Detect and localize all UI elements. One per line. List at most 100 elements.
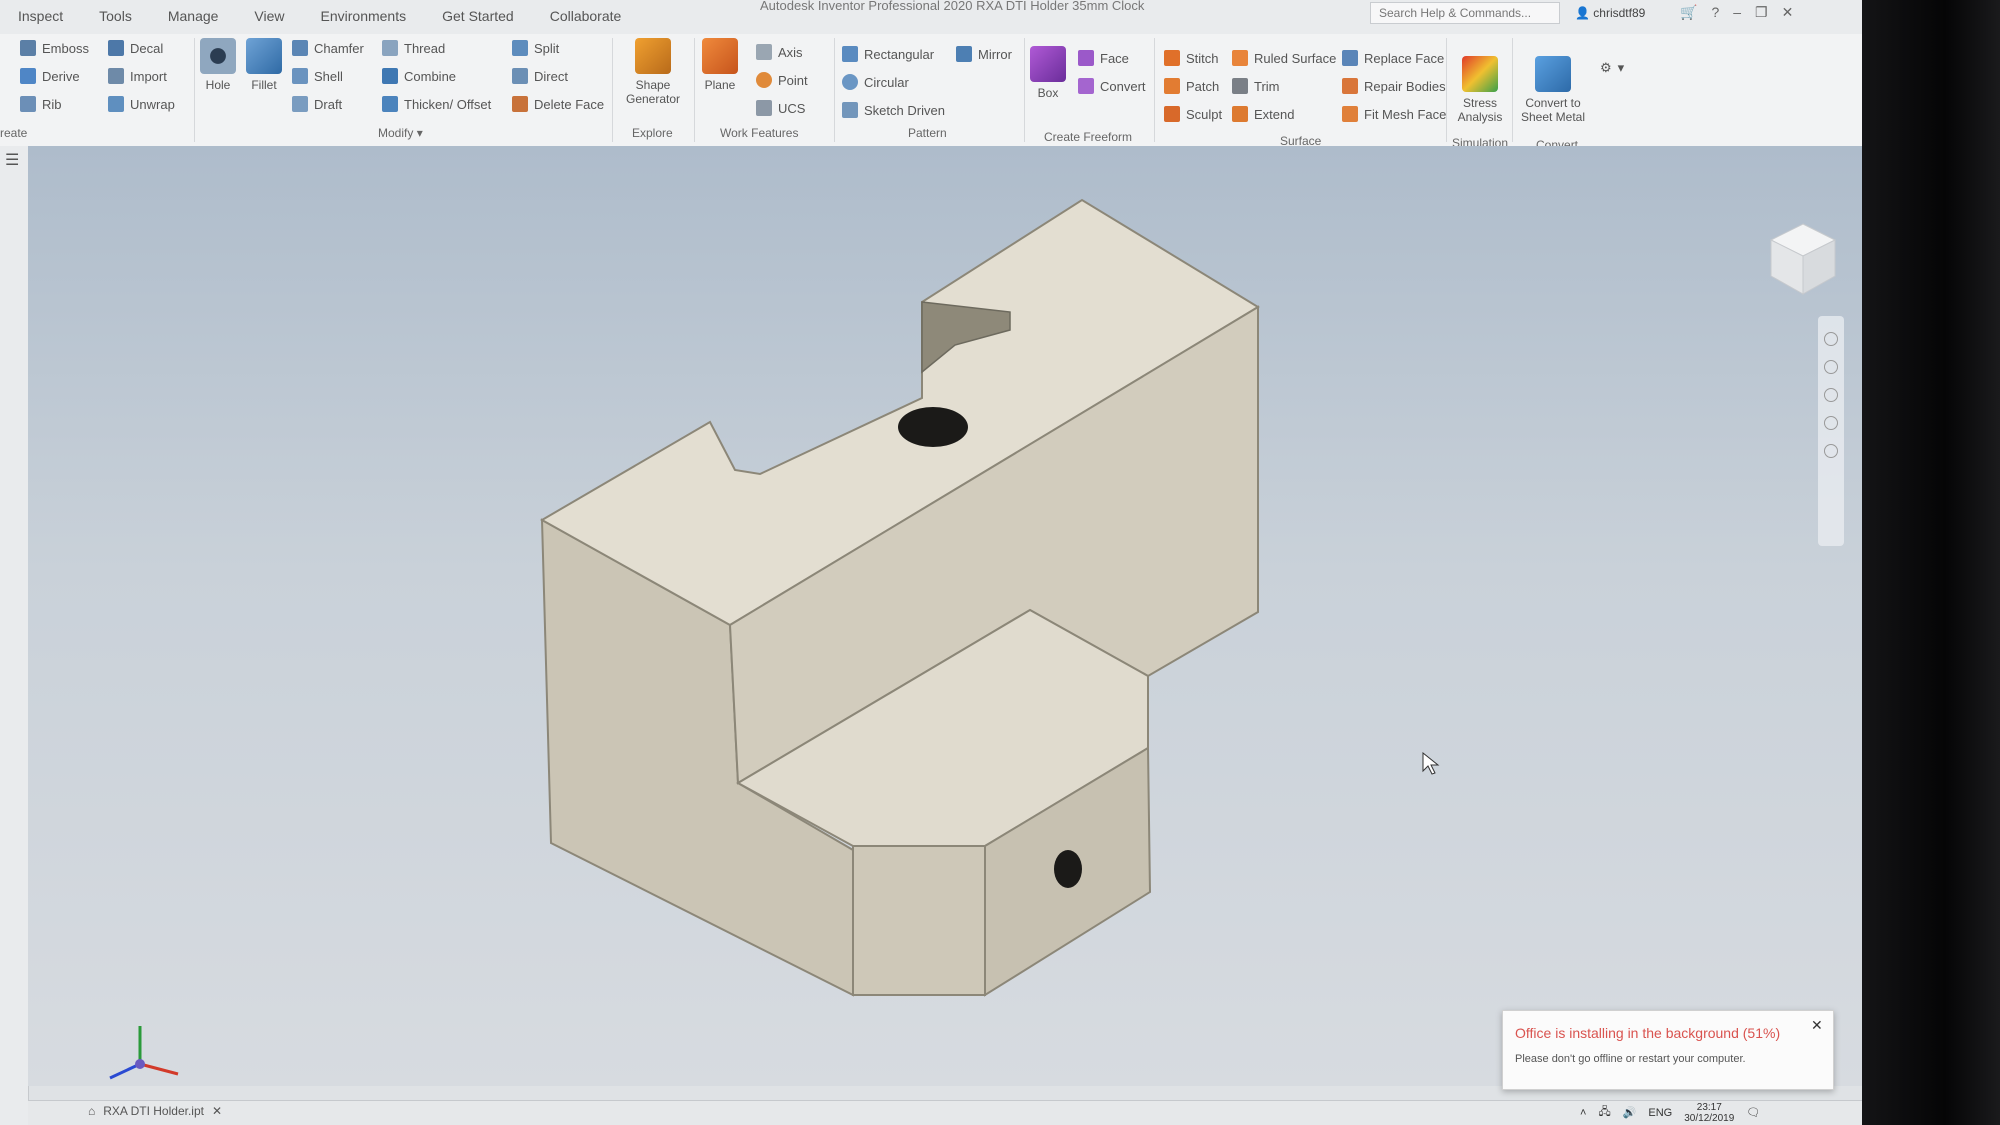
- shape-generator-button[interactable]: Shape Generator: [618, 38, 688, 106]
- steering-wheel-icon[interactable]: [1824, 332, 1838, 346]
- volume-icon[interactable]: 🔊: [1623, 1106, 1637, 1119]
- cart-icon[interactable]: 🛒: [1680, 4, 1697, 21]
- notification-center-icon[interactable]: 🗨: [1746, 1106, 1760, 1119]
- patch-icon: [1164, 78, 1180, 94]
- group-label-freeform: Create Freeform: [1044, 130, 1133, 144]
- orbit-icon[interactable]: [1824, 416, 1838, 430]
- thread-button[interactable]: Thread: [382, 40, 445, 56]
- circular-pattern-icon: [842, 74, 858, 90]
- sketch-driven-button[interactable]: Sketch Driven: [842, 102, 945, 118]
- clock[interactable]: 23:17 30/12/2019: [1684, 1102, 1734, 1124]
- ribbon-options-button[interactable]: ⚙ ▾: [1600, 60, 1624, 76]
- chamfer-button[interactable]: Chamfer: [292, 40, 364, 56]
- pan-icon[interactable]: [1824, 360, 1838, 374]
- thicken-icon: [382, 96, 398, 112]
- separator: [1446, 38, 1447, 142]
- close-icon[interactable]: ✕: [1782, 4, 1794, 21]
- chevron-down-icon: ▾: [416, 126, 423, 140]
- shell-icon: [292, 68, 308, 84]
- thicken-offset-button[interactable]: Thicken/ Offset: [382, 96, 491, 112]
- sheet-metal-icon: [1535, 56, 1571, 92]
- rectangular-pattern-button[interactable]: Rectangular: [842, 46, 934, 62]
- derive-button[interactable]: Derive: [20, 68, 80, 84]
- axis-triad-icon: [109, 1026, 179, 1080]
- user-name[interactable]: 👤 chrisdtf89: [1575, 6, 1645, 20]
- separator: [834, 38, 835, 142]
- extend-button[interactable]: Extend: [1232, 106, 1294, 122]
- stress-analysis-button[interactable]: Stress Analysis: [1452, 56, 1508, 124]
- patch-button[interactable]: Patch: [1164, 78, 1219, 94]
- part-model[interactable]: [28, 146, 1862, 1086]
- combine-button[interactable]: Combine: [382, 68, 456, 84]
- restore-icon[interactable]: ❐: [1755, 4, 1768, 21]
- home-icon[interactable]: ⌂: [88, 1104, 95, 1118]
- ruled-surface-button[interactable]: Ruled Surface: [1232, 50, 1336, 66]
- ribbon: Emboss Derive Rib Decal Import Unwrap re…: [0, 34, 1862, 152]
- plane-button[interactable]: Plane: [700, 38, 740, 92]
- rib-button[interactable]: Rib: [20, 96, 62, 112]
- look-at-icon[interactable]: [1824, 444, 1838, 458]
- help-icon[interactable]: ?: [1711, 4, 1719, 21]
- delete-face-button[interactable]: Delete Face: [512, 96, 604, 112]
- chevron-down-icon: ▾: [1617, 60, 1625, 75]
- unwrap-button[interactable]: Unwrap: [108, 96, 175, 112]
- split-button[interactable]: Split: [512, 40, 559, 56]
- separator: [1024, 38, 1025, 142]
- group-label-modify[interactable]: Modify ▾: [378, 126, 423, 140]
- menu-collaborate[interactable]: Collaborate: [532, 6, 640, 30]
- decal-button[interactable]: Decal: [108, 40, 163, 56]
- fillet-button[interactable]: Fillet: [244, 38, 284, 92]
- axis-button[interactable]: Axis: [756, 44, 803, 60]
- sculpt-button[interactable]: Sculpt: [1164, 106, 1222, 122]
- fit-mesh-face-button[interactable]: Fit Mesh Face: [1342, 106, 1446, 122]
- hole-button[interactable]: Hole: [200, 38, 236, 92]
- circular-pattern-button[interactable]: Circular: [842, 74, 909, 90]
- rectangular-pattern-icon: [842, 46, 858, 62]
- face-button[interactable]: Face: [1078, 50, 1129, 66]
- viewcube[interactable]: [1763, 216, 1843, 306]
- ucs-button[interactable]: UCS: [756, 100, 805, 116]
- convert-icon: [1078, 78, 1094, 94]
- menu-view[interactable]: View: [236, 6, 302, 30]
- emboss-icon: [20, 40, 36, 56]
- convert-button[interactable]: Convert: [1078, 78, 1146, 94]
- document-tab[interactable]: ⌂ RXA DTI Holder.ipt ✕: [88, 1104, 222, 1118]
- chevron-up-icon[interactable]: ˄: [1580, 1107, 1586, 1119]
- menu-tools[interactable]: Tools: [81, 6, 150, 30]
- menu-manage[interactable]: Manage: [150, 6, 237, 30]
- graphics-viewport[interactable]: [28, 146, 1862, 1086]
- browser-panel-collapsed[interactable]: ☰: [0, 146, 29, 1125]
- minimize-icon[interactable]: –: [1733, 4, 1741, 21]
- network-icon[interactable]: 🖧: [1598, 1103, 1610, 1122]
- language-indicator[interactable]: ENG: [1648, 1107, 1672, 1119]
- repair-bodies-button[interactable]: Repair Bodies: [1342, 78, 1446, 94]
- search-input[interactable]: Search Help & Commands...: [1370, 2, 1560, 24]
- close-icon[interactable]: ✕: [1811, 1017, 1823, 1034]
- convert-sheet-metal-button[interactable]: Convert to Sheet Metal: [1518, 56, 1588, 124]
- shell-button[interactable]: Shell: [292, 68, 343, 84]
- import-button[interactable]: Import: [108, 68, 167, 84]
- menu-environments[interactable]: Environments: [303, 6, 425, 30]
- mirror-button[interactable]: Mirror: [956, 46, 1012, 62]
- menu-inspect[interactable]: Inspect: [0, 6, 81, 30]
- direct-button[interactable]: Direct: [512, 68, 568, 84]
- close-icon[interactable]: ✕: [212, 1104, 222, 1118]
- derive-icon: [20, 68, 36, 84]
- group-label-work-features: Work Features: [720, 126, 799, 140]
- replace-face-button[interactable]: Replace Face: [1342, 50, 1444, 66]
- fillet-icon: [246, 38, 282, 74]
- sketch-driven-icon: [842, 102, 858, 118]
- direct-icon: [512, 68, 528, 84]
- box-button[interactable]: Box: [1030, 46, 1066, 100]
- unwrap-icon: [108, 96, 124, 112]
- zoom-icon[interactable]: [1824, 388, 1838, 402]
- office-install-notification[interactable]: Office is installing in the background (…: [1502, 1010, 1834, 1090]
- hamburger-icon[interactable]: ☰: [5, 150, 23, 170]
- separator: [1512, 38, 1513, 142]
- stitch-button[interactable]: Stitch: [1164, 50, 1219, 66]
- menu-get-started[interactable]: Get Started: [424, 6, 532, 30]
- draft-button[interactable]: Draft: [292, 96, 342, 112]
- emboss-button[interactable]: Emboss: [20, 40, 89, 56]
- trim-button[interactable]: Trim: [1232, 78, 1280, 94]
- point-button[interactable]: Point: [756, 72, 808, 88]
